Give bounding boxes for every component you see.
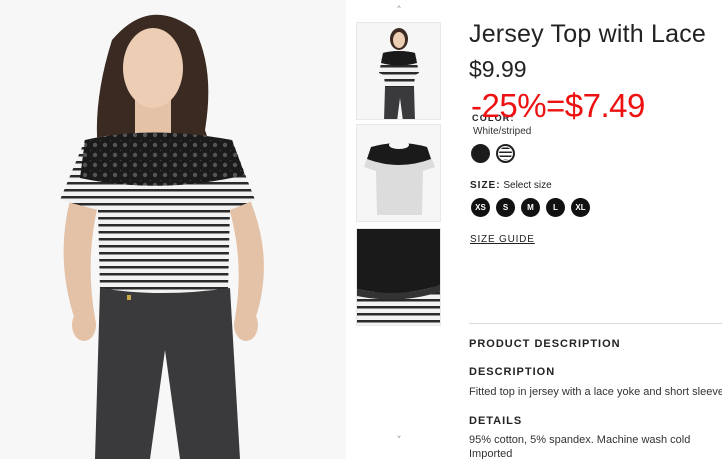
size-option-xl[interactable]: XL (571, 198, 590, 217)
description-text: Fitted top in jersey with a lace yoke an… (469, 386, 722, 398)
size-option-m[interactable]: M (521, 198, 540, 217)
product-price: $9.99 (469, 56, 527, 82)
selected-color-value: White/striped (473, 126, 532, 137)
details-text: 95% cotton, 5% spandex. Machine wash col… (469, 434, 691, 446)
product-description-heading[interactable]: PRODUCT DESCRIPTION (469, 338, 621, 350)
main-product-image[interactable] (0, 0, 346, 459)
details-heading: DETAILS (469, 415, 523, 427)
thumbnail-lace-detail[interactable] (356, 228, 441, 326)
size-label: SIZE: (470, 180, 501, 191)
discount-overlay: -25%=$7.49 (471, 87, 645, 124)
color-swatches (471, 144, 515, 164)
size-option-l[interactable]: L (546, 198, 565, 217)
chevron-down-icon[interactable]: ˅ (392, 434, 406, 448)
size-label-row: SIZE: Select size (470, 180, 552, 191)
size-guide-link[interactable]: SIZE GUIDE (470, 234, 535, 245)
color-swatch-white-striped[interactable] (496, 144, 515, 163)
size-options: XS S M L XL (471, 198, 590, 217)
thumbnail-model-front[interactable] (356, 22, 441, 120)
product-title: Jersey Top with Lace (469, 20, 706, 48)
size-option-s[interactable]: S (496, 198, 515, 217)
color-swatch-black[interactable] (471, 144, 490, 163)
size-option-xs[interactable]: XS (471, 198, 490, 217)
chevron-up-icon[interactable]: ˄ (392, 4, 406, 18)
thumbnail-strip: ˄ ˅ (353, 0, 443, 459)
description-heading: DESCRIPTION (469, 366, 556, 378)
product-info-panel: Jersey Top with Lace $9.99 COLOR: -25%=$… (469, 0, 722, 459)
thumbnail-flat-top[interactable] (356, 124, 441, 222)
size-placeholder: Select size (503, 180, 552, 191)
details-origin: Imported (469, 448, 513, 459)
section-divider (469, 323, 722, 324)
